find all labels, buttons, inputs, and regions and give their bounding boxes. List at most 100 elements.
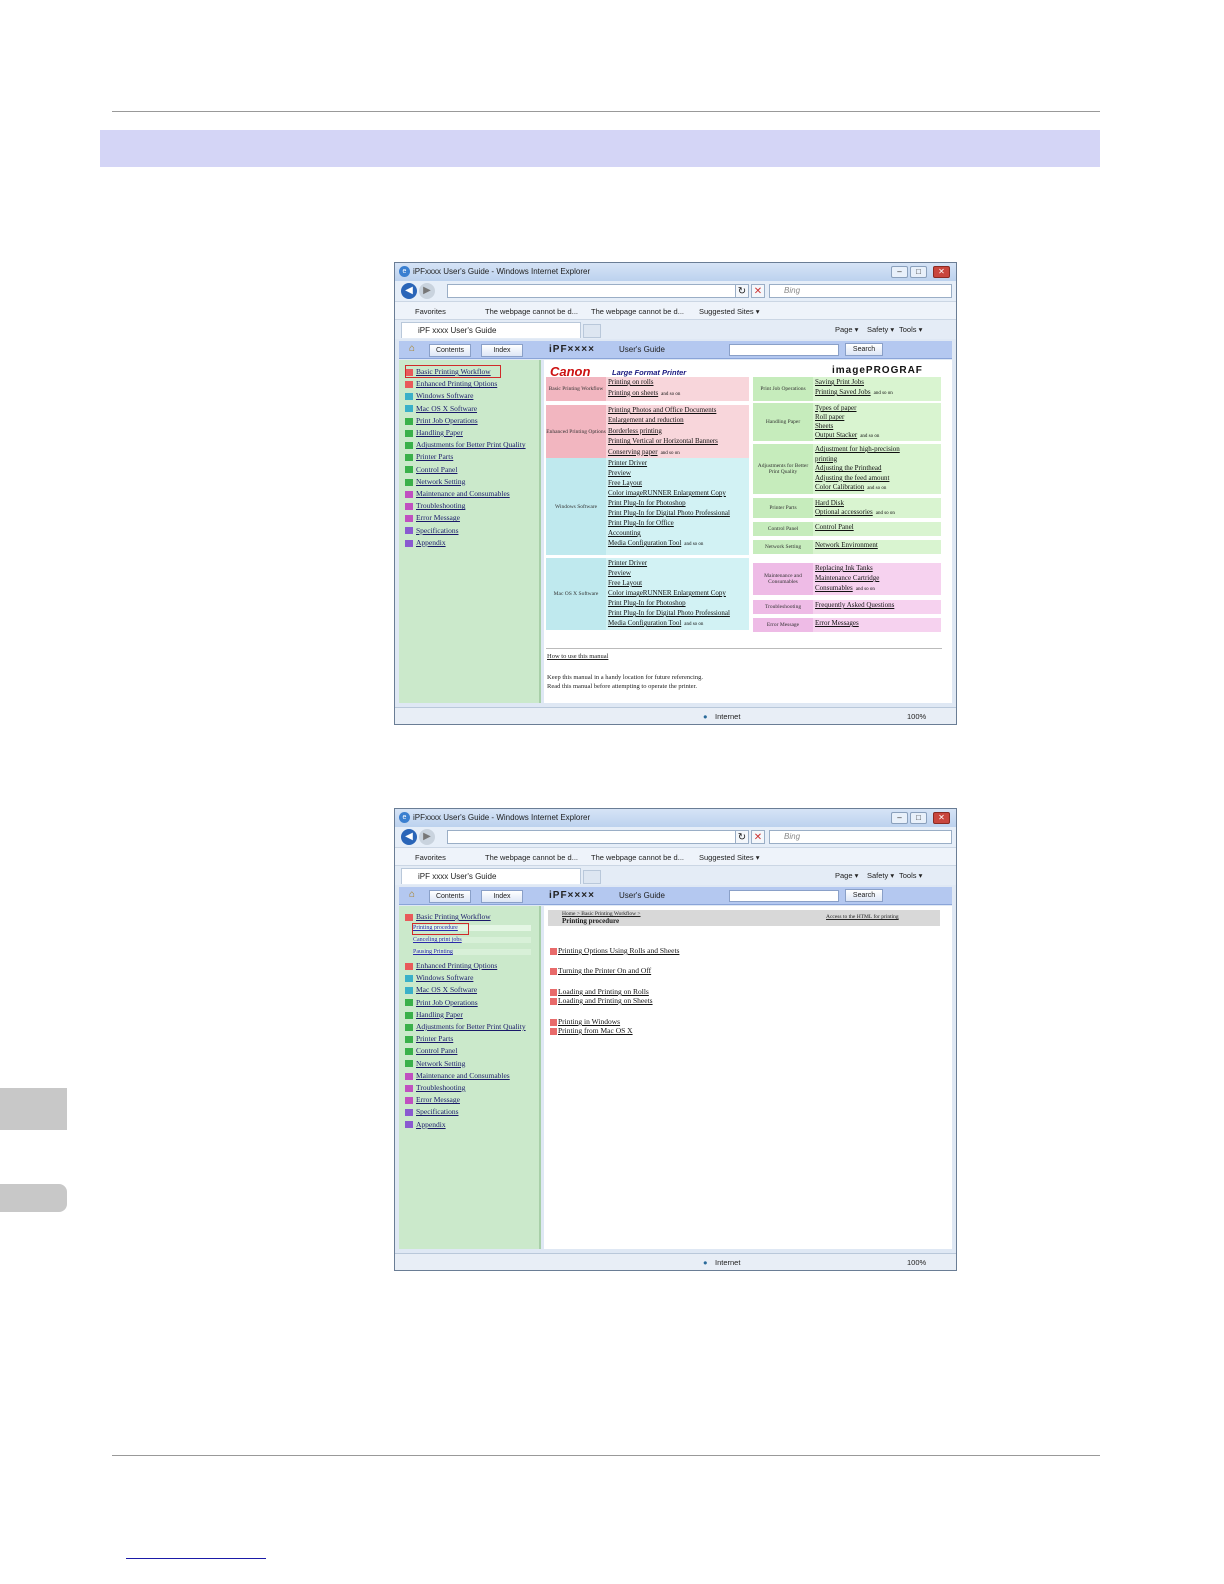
topic-link[interactable]: Color Calibration and so on (815, 483, 886, 491)
favorite-link-1[interactable]: The webpage cannot be d... (485, 307, 578, 316)
sidebar-item[interactable]: Handling Paper (405, 428, 463, 437)
topic-link[interactable]: Media Configuration Tool and so on (608, 539, 703, 547)
sidebar-item[interactable]: Maintenance and Consumables (405, 489, 510, 498)
topic-link[interactable]: Print Plug-In for Photoshop (608, 599, 686, 607)
safety-menu[interactable]: Safety ▾ (867, 325, 894, 334)
forward-button[interactable]: ▶ (419, 829, 435, 845)
procedure-link[interactable]: Loading and Printing on Rolls (550, 987, 649, 996)
topic-link[interactable]: Network Environment (815, 541, 878, 549)
sidebar-item[interactable]: Adjustments for Better Print Quality (405, 1022, 526, 1031)
procedure-link[interactable]: Loading and Printing on Sheets (550, 996, 653, 1005)
topic-link[interactable]: Borderless printing (608, 427, 662, 435)
topic-link[interactable]: Maintenance Cartridge (815, 574, 879, 582)
topic-link[interactable]: Accounting (608, 529, 641, 537)
browser-tab[interactable]: iPF xxxx User's Guide (401, 868, 581, 884)
favorites-button[interactable]: Favorites (415, 307, 446, 316)
refresh-icon[interactable]: ↻ (735, 284, 749, 298)
topic-link[interactable]: Printing Vertical or Horizontal Banners (608, 437, 718, 445)
close-button[interactable]: ✕ (933, 812, 950, 824)
guide-search-input[interactable] (729, 890, 839, 902)
topic-link[interactable]: printing (815, 455, 837, 463)
sidebar-item[interactable]: Specifications (405, 526, 459, 535)
refresh-icon[interactable]: ↻ (735, 830, 749, 844)
guide-search-input[interactable] (729, 344, 839, 356)
page-menu[interactable]: Page ▾ (835, 325, 858, 334)
topic-link[interactable]: Frequently Asked Questions (815, 601, 894, 609)
topic-link[interactable]: Print Plug-In for Photoshop (608, 499, 686, 507)
topic-link[interactable]: Hard Disk (815, 499, 844, 507)
sidebar-item[interactable]: Network Setting (405, 1059, 465, 1068)
sidebar-item[interactable]: Basic Printing Workflow (405, 912, 491, 921)
forward-button[interactable]: ▶ (419, 283, 435, 299)
tab-contents[interactable]: Contents (429, 344, 471, 357)
back-button[interactable]: ◀ (401, 829, 417, 845)
tab-index[interactable]: Index (481, 344, 523, 357)
topic-link[interactable]: Print Plug-In for Digital Photo Professi… (608, 609, 730, 617)
suggested-sites[interactable]: Suggested Sites ▾ (699, 853, 759, 862)
procedure-link[interactable]: Printing in Windows (550, 1017, 620, 1026)
topic-link[interactable]: Error Messages (815, 619, 859, 627)
topic-link[interactable]: Sheets (815, 422, 833, 430)
url-input[interactable] (447, 284, 747, 298)
topic-link[interactable]: Printer Driver (608, 459, 647, 467)
topic-link[interactable]: Adjustment for high-precision (815, 445, 900, 453)
topic-link[interactable]: Printer Driver (608, 559, 647, 567)
sidebar-item[interactable]: Print Job Operations (405, 416, 478, 425)
sidebar-item[interactable]: Enhanced Printing Options (405, 961, 497, 970)
home-icon[interactable]: ⌂ (403, 889, 421, 903)
favorites-button[interactable]: Favorites (415, 853, 446, 862)
topic-link[interactable]: Printing Saved Jobs and so on (815, 388, 893, 396)
home-icon[interactable]: ⌂ (403, 343, 421, 357)
sidebar-item[interactable]: Appendix (405, 538, 446, 547)
sidebar-item[interactable]: Maintenance and Consumables (405, 1071, 510, 1080)
sidebar-item[interactable]: Error Message (405, 513, 460, 522)
zoom-level[interactable]: 100% (907, 712, 926, 721)
sidebar-item[interactable]: Windows Software (405, 973, 473, 982)
topic-link[interactable]: Adjusting the feed amount (815, 474, 889, 482)
topic-link[interactable]: Optional accessories and so on (815, 508, 895, 516)
topic-link[interactable]: Enlargement and reduction (608, 416, 684, 424)
sidebar-item[interactable]: Control Panel (405, 465, 457, 474)
sidebar-item[interactable]: Enhanced Printing Options (405, 379, 497, 388)
topic-link[interactable]: Control Panel (815, 523, 854, 531)
tools-menu[interactable]: Tools ▾ (899, 871, 922, 880)
sidebar-item[interactable]: Mac OS X Software (405, 404, 477, 413)
topic-link[interactable]: Free Layout (608, 579, 642, 587)
new-tab-button[interactable] (583, 870, 601, 884)
topic-link[interactable]: Preview (608, 469, 631, 477)
sidebar-item[interactable]: Troubleshooting (405, 1083, 465, 1092)
topic-link[interactable]: Printing Photos and Office Documents (608, 406, 716, 414)
sidebar-item[interactable]: Mac OS X Software (405, 985, 477, 994)
topic-link[interactable]: Print Plug-In for Digital Photo Professi… (608, 509, 730, 517)
topic-link[interactable]: Printing on sheets and so on (608, 389, 680, 397)
sidebar-item[interactable]: Print Job Operations (405, 998, 478, 1007)
sidebar-item[interactable]: Error Message (405, 1095, 460, 1104)
browser-tab[interactable]: iPF xxxx User's Guide (401, 322, 581, 338)
sidebar-item[interactable]: Troubleshooting (405, 501, 465, 510)
guide-search-button[interactable]: Search (845, 343, 883, 356)
stop-icon[interactable]: ✕ (751, 284, 765, 298)
back-button[interactable]: ◀ (401, 283, 417, 299)
url-input[interactable] (447, 830, 747, 844)
topic-link[interactable]: Color imageRUNNER Enlargement Copy (608, 589, 726, 597)
sidebar-item[interactable]: Specifications (405, 1107, 459, 1116)
sidebar-item[interactable]: Adjustments for Better Print Quality (405, 440, 526, 449)
topic-link[interactable]: Adjusting the Printhead (815, 464, 882, 472)
page-menu[interactable]: Page ▾ (835, 871, 858, 880)
sidebar-item[interactable]: Control Panel (405, 1046, 457, 1055)
topic-link[interactable]: Printing on rolls (608, 378, 654, 386)
procedure-link[interactable]: Turning the Printer On and Off (550, 966, 651, 975)
guide-search-button[interactable]: Search (845, 889, 883, 902)
minimize-button[interactable]: – (891, 266, 908, 278)
procedure-link[interactable]: Printing Options Using Rolls and Sheets (550, 946, 679, 955)
minimize-button[interactable]: – (891, 812, 908, 824)
search-input[interactable]: Bing (769, 284, 952, 298)
tab-index[interactable]: Index (481, 890, 523, 903)
html-print-link[interactable]: Access to the HTML for printing (826, 914, 899, 920)
suggested-sites[interactable]: Suggested Sites ▾ (699, 307, 759, 316)
sidebar-item[interactable]: Printer Parts (405, 452, 453, 461)
sidebar-item[interactable]: Handling Paper (405, 1010, 463, 1019)
topic-link[interactable]: Media Configuration Tool and so on (608, 619, 703, 627)
sidebar-item[interactable]: Windows Software (405, 391, 473, 400)
topic-link[interactable]: Color imageRUNNER Enlargement Copy (608, 489, 726, 497)
